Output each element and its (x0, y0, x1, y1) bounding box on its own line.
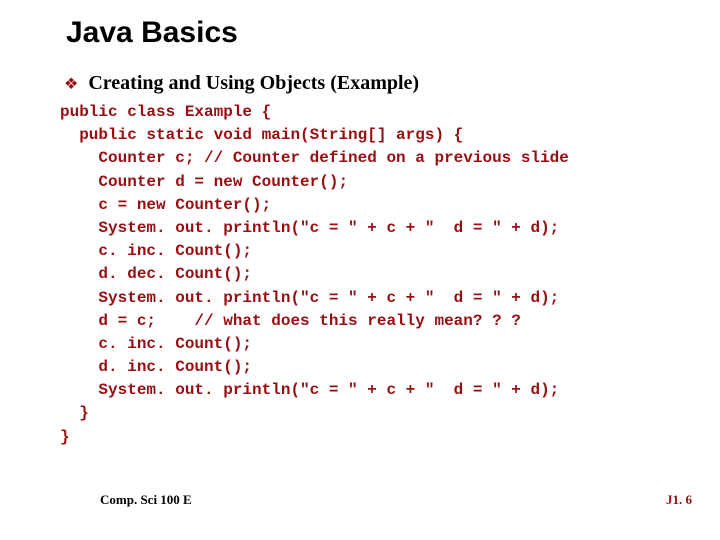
footer-left: Comp. Sci 100 E (100, 492, 192, 508)
content-area: ❖ Creating and Using Objects (Example) p… (60, 72, 680, 449)
bullet-text: Creating and Using Objects (Example) (88, 72, 419, 95)
page-title: Java Basics (66, 16, 238, 50)
footer-right: J1. 6 (666, 492, 692, 508)
code-block: public class Example { public static voi… (60, 101, 680, 449)
slide: Java Basics ❖ Creating and Using Objects… (0, 0, 720, 540)
bullet-row: ❖ Creating and Using Objects (Example) (60, 72, 680, 95)
diamond-bullet-icon: ❖ (64, 77, 78, 93)
